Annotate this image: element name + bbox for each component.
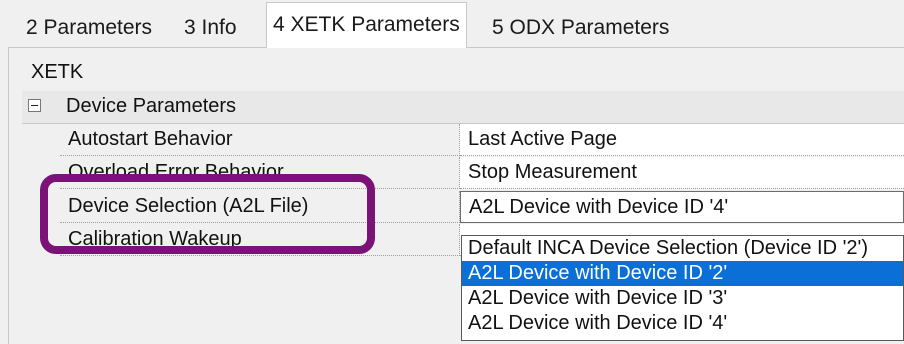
property-value[interactable]: Stop Measurement (460, 157, 904, 189)
property-value[interactable]: Last Active Page (460, 124, 904, 156)
dropdown-option-selected[interactable]: A2L Device with Device ID '2' (462, 261, 903, 286)
tab-info[interactable]: 3 Info (178, 10, 243, 46)
category-label: XETK (31, 61, 84, 83)
dropdown-option[interactable]: A2L Device with Device ID '3' (462, 286, 903, 311)
group-row-device-parameters[interactable]: Device Parameters (22, 91, 904, 124)
group-label: Device Parameters (66, 95, 237, 117)
tab-strip: 2 Parameters 3 Info 4 XETK Parameters 5 … (0, 0, 904, 48)
minus-box-icon[interactable] (28, 99, 41, 112)
annotation-highlight-box (40, 174, 375, 254)
device-selection-dropdown-list[interactable]: Default INCA Device Selection (Device ID… (461, 235, 904, 341)
property-name: Autostart Behavior (60, 124, 460, 156)
property-row-autostart[interactable]: Autostart Behavior Last Active Page (22, 124, 904, 156)
dropdown-option[interactable]: Default INCA Device Selection (Device ID… (462, 236, 903, 261)
tab-parameters[interactable]: 2 Parameters (20, 10, 158, 46)
tab-xetk-parameters[interactable]: 4 XETK Parameters (266, 2, 467, 48)
device-selection-combobox[interactable]: A2L Device with Device ID '4' (460, 191, 904, 223)
tab-odx-parameters[interactable]: 5 ODX Parameters (486, 10, 675, 46)
dropdown-option[interactable]: A2L Device with Device ID '4' (462, 311, 903, 336)
